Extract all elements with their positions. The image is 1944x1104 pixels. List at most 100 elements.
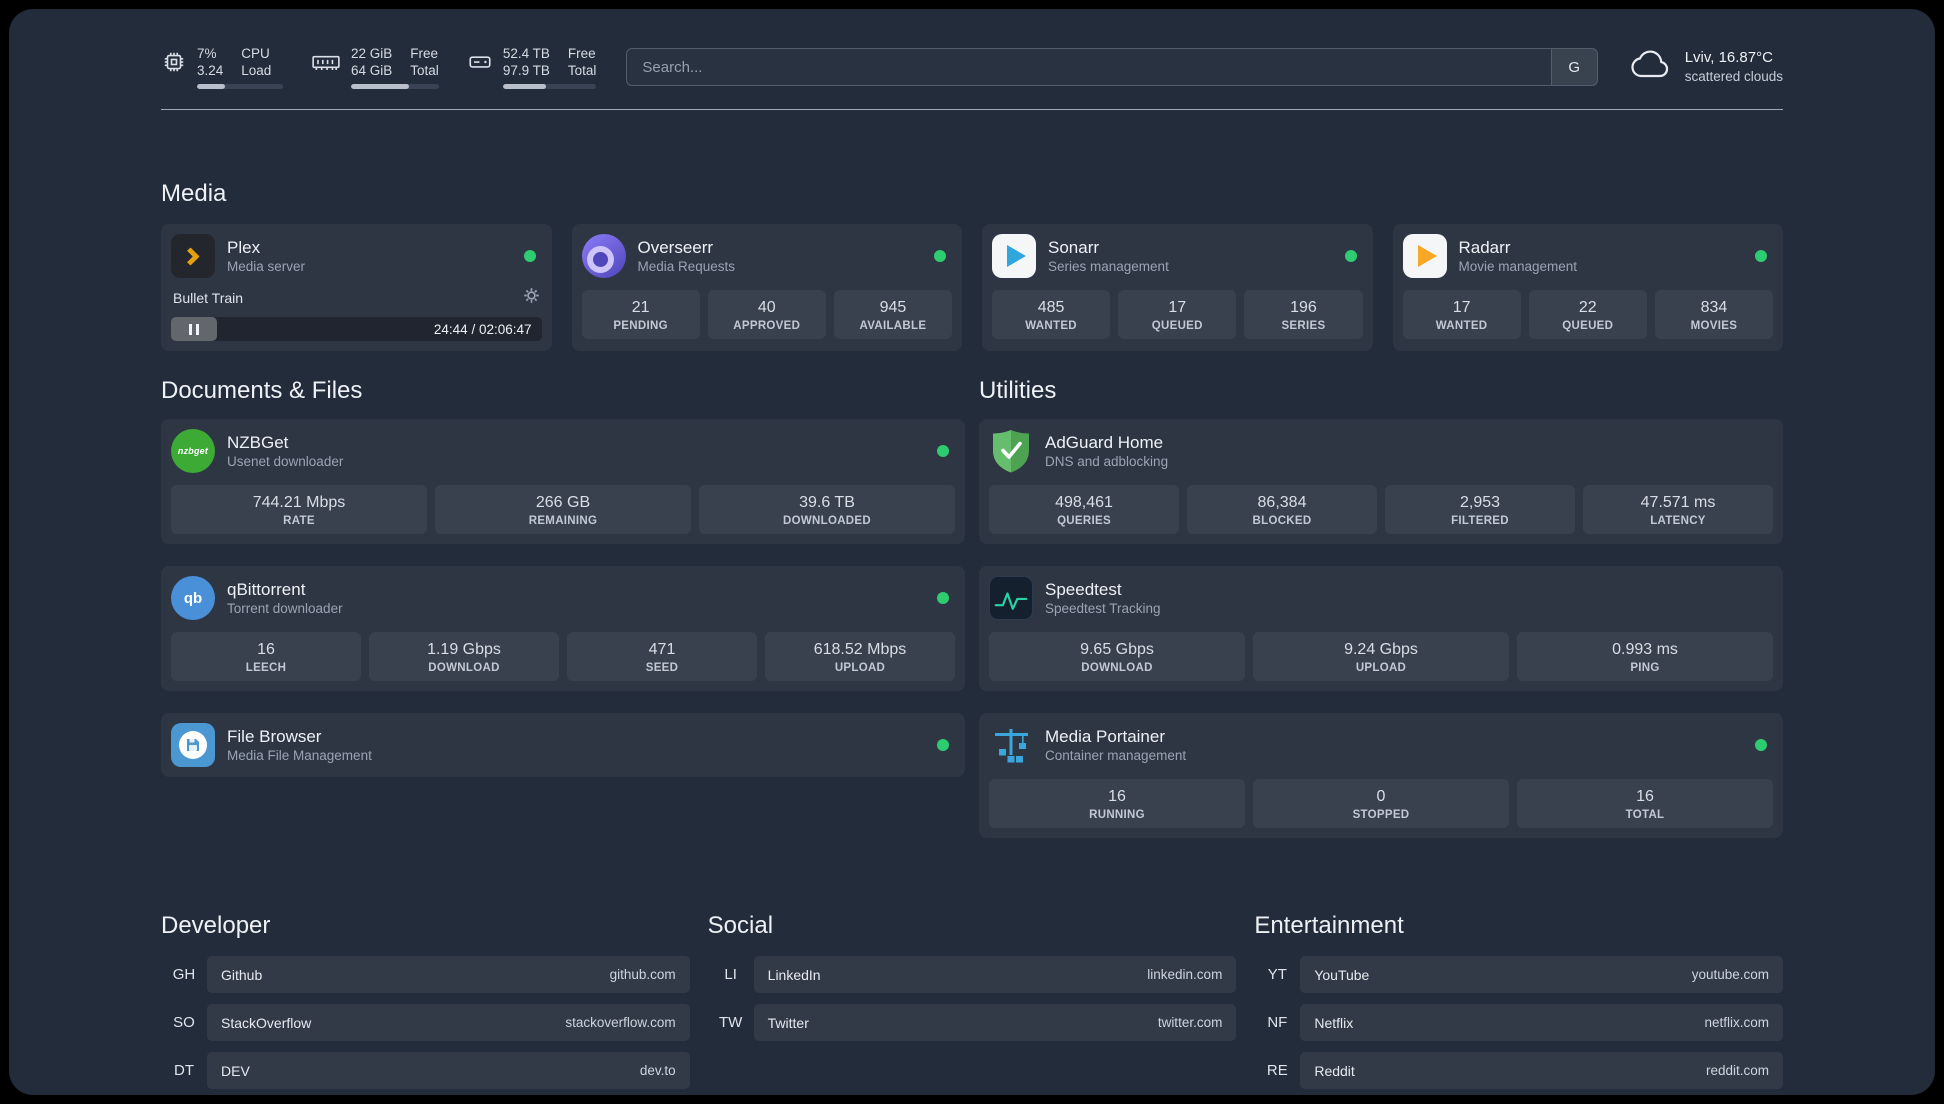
bookmark-reddit[interactable]: RE Reddit reddit.com: [1254, 1052, 1783, 1089]
service-card-qbittorrent[interactable]: qb qBittorrent Torrent downloader 16 LEE…: [161, 566, 965, 691]
stat-tile: 2,953 FILTERED: [1385, 485, 1575, 534]
service-desc: Usenet downloader: [227, 453, 344, 469]
service-card-sonarr[interactable]: Sonarr Series management 485 WANTED 17 Q…: [982, 224, 1373, 351]
service-desc: DNS and adblocking: [1045, 453, 1169, 469]
service-name: Overseerr: [637, 237, 714, 257]
service-name: Sonarr: [1048, 237, 1100, 257]
resource-widgets: 7% 3.24 CPU Load 22 GiB 64 GiB Free Tota…: [161, 45, 597, 89]
ram-free-value: 22 GiB: [351, 46, 393, 61]
service-desc: Movie management: [1458, 258, 1578, 274]
gear-icon[interactable]: [523, 287, 540, 309]
bookmark-name: Twitter: [767, 1014, 809, 1031]
stat-value: 17: [1452, 299, 1471, 316]
section-utilities: Utilities AdGuard Home DNS and adblockin…: [979, 377, 1783, 838]
stat-label: DOWNLOADED: [783, 515, 871, 527]
service-card-nzbget[interactable]: nzbget NZBGet Usenet downloader 744.21 M…: [161, 419, 965, 544]
service-card-speedtest[interactable]: Speedtest Speedtest Tracking 9.65 Gbps D…: [979, 566, 1783, 691]
search-input[interactable]: [627, 49, 1551, 85]
bookmark-abbr: DT: [174, 1062, 194, 1079]
bookmark-abbr: RE: [1266, 1062, 1288, 1079]
service-name: qBittorrent: [227, 579, 306, 599]
service-desc: Media Requests: [637, 258, 736, 274]
radarr-icon: [1402, 234, 1447, 278]
ram-total-label: Total: [410, 63, 439, 78]
bookmark-github[interactable]: GH Github github.com: [161, 956, 690, 993]
pause-button[interactable]: [171, 317, 217, 341]
bookmark-stackoverflow[interactable]: SO StackOverflow stackoverflow.com: [161, 1004, 690, 1041]
stat-value: 9.65 Gbps: [1080, 641, 1154, 658]
cpu-widget: 7% 3.24 CPU Load: [161, 45, 283, 89]
service-card-portainer[interactable]: Media Portainer Container management 16 …: [979, 713, 1783, 838]
bookmark-url: reddit.com: [1705, 1063, 1769, 1078]
section-documents: Documents & Files nzbget NZBGet Usenet d…: [161, 377, 965, 838]
stat-tile: 39.6 TB DOWNLOADED: [699, 485, 955, 534]
bookmark-abbr: NF: [1267, 1014, 1288, 1031]
stat-label: FILTERED: [1451, 515, 1509, 527]
status-dot: [937, 445, 949, 457]
stat-tile: 0 STOPPED: [1253, 779, 1509, 828]
bookmark-netflix[interactable]: NF Netflix netflix.com: [1254, 1004, 1783, 1041]
service-name: NZBGet: [227, 432, 289, 452]
service-desc: Speedtest Tracking: [1045, 600, 1161, 616]
bookmark-abbr: YT: [1267, 966, 1287, 983]
bookmark-name: StackOverflow: [221, 1014, 312, 1031]
stat-value: 9.24 Gbps: [1344, 641, 1418, 658]
track-title: Bullet Train: [173, 290, 244, 306]
filebrowser-icon: [171, 723, 215, 767]
bookmark-linkedin[interactable]: LI LinkedIn linkedin.com: [708, 956, 1237, 993]
section-developer: Developer GH Github github.com SO StackO…: [161, 912, 690, 1089]
bookmark-url: netflix.com: [1704, 1015, 1769, 1030]
stat-tile: 17 QUEUED: [1118, 290, 1237, 339]
cpu-load-value: 3.24: [197, 63, 224, 78]
bookmark-dev[interactable]: DT DEV dev.to: [161, 1052, 690, 1089]
cloud-icon: [1628, 49, 1672, 86]
stat-label: QUERIES: [1057, 515, 1111, 527]
stat-tile: 0.993 ms PING: [1517, 632, 1773, 681]
bookmark-name: YouTube: [1314, 966, 1370, 983]
search-provider-button[interactable]: G: [1550, 49, 1597, 85]
portainer-crane-icon: [989, 723, 1033, 767]
service-card-radarr[interactable]: Radarr Movie management 17 WANTED 22 QUE…: [1392, 224, 1783, 351]
disk-progress-bar: [502, 84, 597, 89]
bookmark-twitter[interactable]: TW Twitter twitter.com: [708, 1004, 1237, 1041]
stat-value: 471: [648, 641, 676, 658]
stat-label: LEECH: [245, 662, 287, 674]
stat-tile: 498,461 QUERIES: [989, 485, 1179, 534]
stat-tile: 16 TOTAL: [1517, 779, 1773, 828]
stat-tile: 945 AVAILABLE: [833, 290, 953, 339]
service-card-adguard[interactable]: AdGuard Home DNS and adblocking 498,461 …: [979, 419, 1783, 544]
bookmark-name: LinkedIn: [767, 966, 821, 983]
stat-label: WANTED: [1025, 320, 1077, 332]
stat-label: SERIES: [1281, 320, 1326, 332]
stat-tile: 22 QUEUED: [1528, 290, 1647, 339]
plex-now-playing: Bullet Train 24:44 / 02:06:47: [171, 287, 542, 341]
section-title-entertainment: Entertainment: [1254, 912, 1404, 939]
weather-condition: scattered clouds: [1684, 69, 1783, 84]
stat-value: 17: [1168, 299, 1187, 316]
disk-free-label: Free: [567, 46, 596, 61]
stat-value: 744.21 Mbps: [252, 494, 346, 511]
service-name: File Browser: [227, 726, 322, 746]
playback-progress-bar[interactable]: 24:44 / 02:06:47: [171, 317, 542, 341]
service-card-filebrowser[interactable]: File Browser Media File Management: [161, 713, 965, 777]
service-name: Plex: [227, 237, 261, 257]
cpu-progress-fill: [197, 84, 225, 89]
stat-label: STOPPED: [1352, 809, 1410, 821]
section-social: Social LI LinkedIn linkedin.com TW Twitt…: [708, 912, 1237, 1089]
stat-label: RATE: [283, 515, 315, 527]
cpu-label: CPU: [241, 46, 270, 61]
stat-tile: 16 LEECH: [171, 632, 361, 681]
service-card-overseerr[interactable]: Overseerr Media Requests 21 PENDING 40 A…: [571, 224, 962, 351]
bookmark-youtube[interactable]: YT YouTube youtube.com: [1254, 956, 1783, 993]
stat-tile: 86,384 BLOCKED: [1187, 485, 1377, 534]
stat-tile: 744.21 Mbps RATE: [171, 485, 427, 534]
section-media: Media Plex Media server Bullet Train 24:…: [161, 180, 1783, 351]
bookmark-url: youtube.com: [1691, 967, 1769, 982]
service-card-plex[interactable]: Plex Media server Bullet Train 24:44 / 0…: [161, 224, 552, 351]
disk-total-value: 97.9 TB: [502, 63, 550, 78]
stat-value: 16: [1636, 788, 1654, 805]
stat-label: QUEUED: [1151, 320, 1203, 332]
stat-label: WANTED: [1435, 320, 1488, 332]
stat-label: REMAINING: [528, 515, 598, 527]
dashboard: 7% 3.24 CPU Load 22 GiB 64 GiB Free Tota…: [9, 9, 1935, 1095]
